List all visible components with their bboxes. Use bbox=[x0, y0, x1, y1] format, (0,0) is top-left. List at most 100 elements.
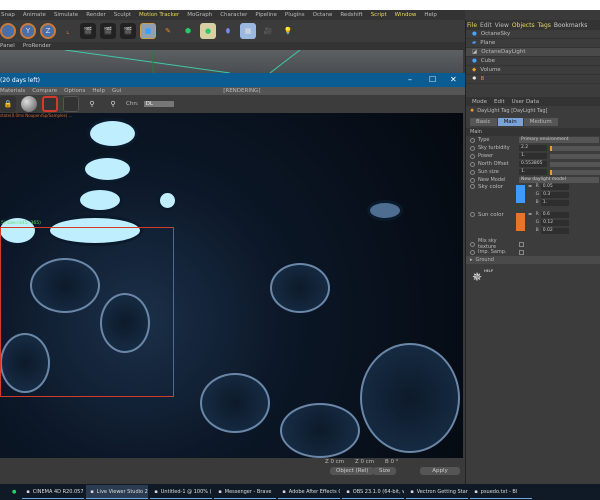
generator-icon[interactable]: ● bbox=[200, 23, 216, 39]
object-item[interactable]: ● Cube bbox=[466, 57, 600, 66]
menu-file[interactable]: File bbox=[467, 22, 477, 29]
sun-color-swatch[interactable] bbox=[516, 213, 525, 231]
light-icon[interactable]: 💡 bbox=[280, 23, 296, 39]
menu-snap[interactable]: Snap bbox=[1, 12, 15, 18]
animate-dot[interactable] bbox=[470, 161, 475, 167]
sphere-icon[interactable] bbox=[21, 96, 37, 112]
menu-prorender[interactable]: ProRender bbox=[23, 43, 51, 49]
menu-simulate[interactable]: Simulate bbox=[54, 12, 78, 18]
menu-bookmarks[interactable]: Bookmarks bbox=[554, 22, 588, 29]
render-settings-icon[interactable]: 🎬 bbox=[120, 23, 136, 39]
taskbar-item[interactable]: ▪OBS 23.1.0 (64-bit, wi... bbox=[342, 485, 405, 499]
sun-size-slider[interactable] bbox=[550, 169, 600, 175]
animate-dot[interactable] bbox=[470, 145, 475, 151]
ground-section[interactable]: ▸ Ground bbox=[466, 256, 600, 264]
sun-size-field[interactable]: 1. bbox=[519, 169, 547, 175]
render-picture-viewer-icon[interactable]: 🎬 bbox=[100, 23, 116, 39]
menu-edit[interactable]: Edit bbox=[480, 22, 492, 29]
menu-window[interactable]: Window bbox=[395, 12, 417, 18]
eyedropper-icon[interactable]: ✒ bbox=[528, 212, 533, 240]
animate-dot[interactable] bbox=[470, 137, 475, 143]
power-field[interactable]: 1. bbox=[519, 153, 547, 159]
minimize-button[interactable]: – bbox=[408, 75, 412, 84]
menu-plugins[interactable]: Plugins bbox=[285, 12, 305, 18]
pick-material-icon[interactable]: ⚲ bbox=[105, 96, 121, 112]
sky-b-field[interactable]: 1. bbox=[540, 200, 569, 206]
animate-dot[interactable] bbox=[470, 169, 475, 175]
menu-materials[interactable]: Materials bbox=[0, 88, 25, 94]
animate-dot[interactable] bbox=[470, 184, 475, 189]
taskbar-item[interactable]: ▪Untitled-1 @ 100% (L... bbox=[150, 485, 213, 499]
menu-mograph[interactable]: MoGraph bbox=[187, 12, 212, 18]
lock-icon[interactable]: 🔒 bbox=[0, 96, 16, 112]
help-icon[interactable]: ✵ HELP bbox=[466, 264, 600, 290]
tab-basic[interactable]: Basic bbox=[470, 118, 497, 126]
menu-panel[interactable]: Panel bbox=[0, 43, 15, 49]
menu-compare[interactable]: Compare bbox=[32, 88, 57, 94]
menu-redshift[interactable]: Redshift bbox=[340, 12, 362, 18]
menu-render[interactable]: Render bbox=[86, 12, 106, 18]
menu-view[interactable]: View bbox=[495, 22, 509, 29]
menu-character[interactable]: Character bbox=[220, 12, 247, 18]
3d-viewport[interactable] bbox=[0, 49, 463, 74]
sun-g-field[interactable]: 0.12 bbox=[541, 220, 570, 226]
power-slider[interactable] bbox=[550, 153, 600, 159]
sun-b-field[interactable]: 0.02 bbox=[540, 228, 569, 234]
mix-sky-checkbox[interactable] bbox=[519, 241, 524, 247]
menu-pipeline[interactable]: Pipeline bbox=[255, 12, 277, 18]
apply-button[interactable]: Apply bbox=[420, 467, 460, 475]
menu-animate[interactable]: Animate bbox=[23, 12, 46, 18]
menu-help[interactable]: Help bbox=[424, 12, 437, 18]
animate-dot[interactable] bbox=[470, 212, 475, 217]
sky-color-swatch[interactable] bbox=[516, 185, 525, 203]
z-position-field[interactable]: Z 0 cm bbox=[325, 459, 344, 465]
taskbar-item[interactable]: ▪Adobe After Effects C... bbox=[278, 485, 341, 499]
animate-dot[interactable] bbox=[470, 153, 475, 159]
subdivision-icon[interactable]: ⬢ bbox=[180, 23, 196, 39]
clay-mode-icon[interactable] bbox=[63, 96, 79, 112]
new-model-select[interactable]: New daylight model bbox=[519, 177, 599, 183]
north-offset-slider[interactable] bbox=[550, 161, 600, 167]
menu-tags[interactable]: Tags bbox=[538, 22, 551, 29]
x-axis-icon[interactable] bbox=[0, 23, 16, 39]
sky-turbidity-slider[interactable] bbox=[550, 145, 600, 151]
z-axis-icon[interactable]: Z bbox=[40, 23, 56, 39]
tab-main[interactable]: Main bbox=[497, 118, 523, 126]
menu-script[interactable]: Script bbox=[371, 12, 387, 18]
cube-icon[interactable]: ■ bbox=[140, 23, 156, 39]
coord-mode-select[interactable]: Object (Rel) bbox=[330, 467, 375, 475]
eyedropper-icon[interactable]: ✒ bbox=[528, 184, 533, 212]
pen-icon[interactable]: ✎ bbox=[160, 23, 176, 39]
taskbar-item[interactable]: ▪Vectron Getting Started bbox=[406, 485, 469, 499]
b-rotation-field[interactable]: B 0 ° bbox=[385, 459, 399, 465]
animate-dot[interactable] bbox=[470, 249, 475, 255]
menu-user-data[interactable]: User Data bbox=[512, 99, 539, 105]
camera-icon[interactable]: 🎥 bbox=[260, 23, 276, 39]
object-item[interactable]: ▰ Plane bbox=[466, 39, 600, 48]
spotify-icon[interactable]: ● bbox=[12, 489, 16, 495]
menu-mode[interactable]: Mode bbox=[472, 99, 487, 105]
sky-r-field[interactable]: 0.05 bbox=[540, 184, 569, 190]
sky-g-field[interactable]: 0.3 bbox=[541, 192, 570, 198]
sky-turbidity-field[interactable]: 2.2 bbox=[519, 145, 547, 151]
animate-dot[interactable] bbox=[470, 241, 475, 247]
menu-objects[interactable]: Objects bbox=[512, 22, 535, 29]
close-button[interactable]: ✕ bbox=[450, 75, 457, 84]
size-mode-select[interactable]: Size bbox=[373, 467, 397, 475]
north-offset-field[interactable]: 0.553805 bbox=[519, 161, 547, 167]
y-axis-icon[interactable]: Y bbox=[20, 23, 36, 39]
sun-r-field[interactable]: 0.6 bbox=[540, 212, 569, 218]
deformer-icon[interactable]: ⬮ bbox=[220, 23, 236, 39]
taskbar-item[interactable]: ▪CINEMA 4D R20.057 S... bbox=[22, 485, 85, 499]
menu-edit[interactable]: Edit bbox=[494, 99, 505, 105]
menu-gui[interactable]: Gui bbox=[112, 88, 121, 94]
menu-options[interactable]: Options bbox=[64, 88, 85, 94]
animate-dot[interactable] bbox=[470, 177, 475, 183]
region-render-icon[interactable] bbox=[42, 96, 58, 112]
maximize-button[interactable]: ☐ bbox=[429, 75, 436, 84]
taskbar-item[interactable]: ▪ psuedo.txt - Bl bbox=[470, 485, 533, 499]
object-item[interactable]: ◆ Volume bbox=[466, 66, 600, 75]
object-item[interactable]: ◪ OctaneDayLight bbox=[466, 48, 600, 57]
menu-help[interactable]: Help bbox=[92, 88, 105, 94]
taskbar-item[interactable]: ▪ Messenger - Brave bbox=[214, 485, 277, 499]
